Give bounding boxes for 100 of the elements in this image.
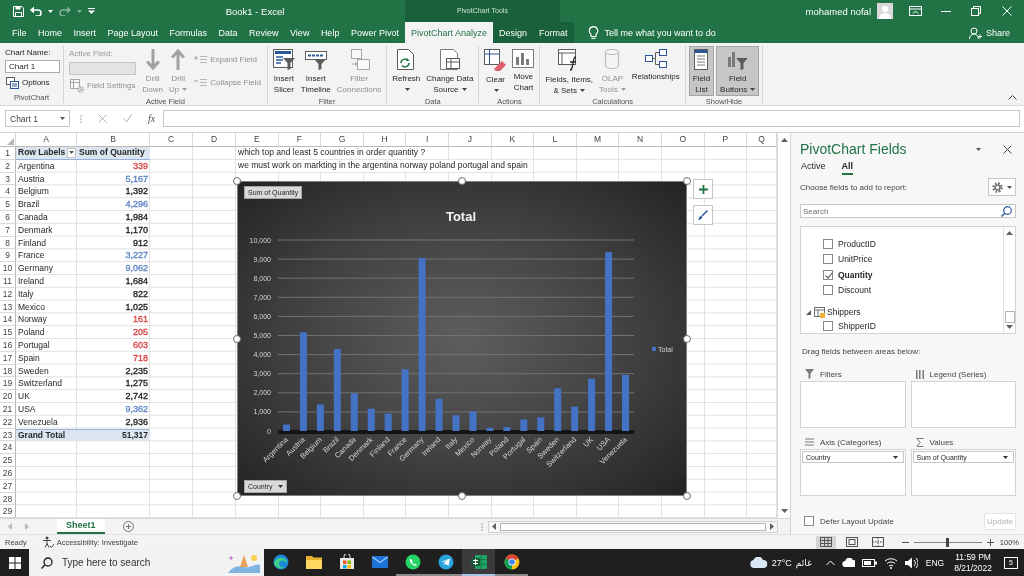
ribbon-tab[interactable]: Page Layout xyxy=(105,22,161,43)
pane-tab[interactable]: Active xyxy=(801,158,826,175)
column-header[interactable]: B xyxy=(77,133,150,147)
ribbon-tab[interactable]: View xyxy=(288,22,312,43)
language-indicator[interactable]: ENG xyxy=(925,557,945,568)
row-header[interactable]: 19 xyxy=(0,377,16,391)
defer-label[interactable]: Defer Layout Update xyxy=(820,516,894,526)
normal-view-button[interactable] xyxy=(815,535,836,549)
cloud-icon[interactable] xyxy=(841,558,855,567)
ribbon-tab[interactable]: Design xyxy=(493,22,534,43)
scroll-thumb[interactable] xyxy=(500,522,766,531)
column-header[interactable]: Q xyxy=(747,133,777,147)
checkbox[interactable] xyxy=(823,238,833,249)
expanded-triangle-icon[interactable] xyxy=(806,309,811,315)
refresh-button[interactable]: Refresh xyxy=(390,46,423,96)
vertical-scrollbar[interactable] xyxy=(777,133,790,518)
scroll-thumb[interactable] xyxy=(1004,311,1015,323)
ribbon-display-icon[interactable] xyxy=(909,6,922,16)
ribbon-tab[interactable]: Power Pivot xyxy=(348,22,401,43)
resize-handle[interactable] xyxy=(458,492,466,500)
plus-circle-icon[interactable] xyxy=(122,521,134,532)
row-header[interactable]: 4 xyxy=(0,185,16,199)
ribbon-tab[interactable]: Insert xyxy=(71,22,98,43)
ribbon-tab[interactable]: Formulas xyxy=(167,22,210,43)
column-header[interactable]: F xyxy=(278,133,322,147)
text-field[interactable]: Chart 1 xyxy=(5,60,60,73)
row-header[interactable]: 20 xyxy=(0,390,16,403)
name-box[interactable]: Chart 1 xyxy=(5,110,70,127)
column-header[interactable]: I xyxy=(406,133,449,147)
row-header[interactable]: 1 xyxy=(0,147,16,160)
cloud-icon[interactable] xyxy=(749,557,768,568)
checkbox[interactable] xyxy=(823,285,833,296)
tools-button[interactable] xyxy=(988,178,1016,196)
customize-icon[interactable] xyxy=(88,8,95,14)
resize-handle[interactable] xyxy=(233,177,241,185)
scroll-right-icon[interactable] xyxy=(770,523,774,530)
move-chart-button[interactable]: Move Chart xyxy=(510,46,537,96)
ribbon-tab[interactable]: Home xyxy=(36,22,64,43)
resize-handle[interactable] xyxy=(683,334,691,343)
field-name[interactable]: UnitPrice xyxy=(838,254,873,265)
column-header[interactable]: A xyxy=(16,133,77,147)
clear-button[interactable]: Clear xyxy=(482,46,509,96)
resize-handle[interactable] xyxy=(683,177,691,185)
weather-condition-label[interactable]: غائم xyxy=(795,557,812,568)
scroll-up-icon[interactable] xyxy=(780,138,788,142)
column-header[interactable]: G xyxy=(321,133,364,147)
ribbon-tab[interactable]: Data xyxy=(216,22,240,43)
ribbon-tab[interactable]: Format xyxy=(533,22,574,43)
temperature-label[interactable]: 27°C xyxy=(771,557,792,568)
row-header[interactable]: 24 xyxy=(0,441,16,455)
insert-function-button[interactable]: fx xyxy=(148,113,156,124)
caret-icon[interactable] xyxy=(976,147,981,151)
taskbar-search-field[interactable]: Type here to search xyxy=(29,549,264,576)
change-data-source-button[interactable]: Change Data Source xyxy=(424,46,476,96)
battery-icon[interactable] xyxy=(861,558,877,567)
share-button[interactable]: Share xyxy=(968,22,1024,43)
speaker-icon[interactable] xyxy=(904,556,918,569)
scroll-down-icon[interactable] xyxy=(1006,325,1013,329)
column-header[interactable]: C xyxy=(150,133,193,147)
field-name[interactable]: Quantity xyxy=(838,269,873,280)
row-header[interactable]: 15 xyxy=(0,326,16,339)
checkbox[interactable] xyxy=(823,320,833,331)
row-header[interactable]: 25 xyxy=(0,454,16,467)
row-header[interactable]: 9 xyxy=(0,249,16,263)
field-buttons-button[interactable]: Field Buttons xyxy=(716,46,760,96)
horizontal-scrollbar[interactable] xyxy=(488,520,778,533)
column-header[interactable]: H xyxy=(363,133,407,147)
column-header[interactable]: O xyxy=(661,133,705,147)
checkbox[interactable] xyxy=(823,254,833,265)
resize-handle[interactable] xyxy=(233,334,241,343)
ribbon-tab[interactable]: PivotChart Analyze xyxy=(405,22,494,43)
fields-items-sets-button[interactable]: Fields, Items, & Sets xyxy=(543,46,596,96)
field-name[interactable]: ShipperID xyxy=(838,320,876,331)
clock-time[interactable]: 11:59 PM xyxy=(955,551,991,563)
relationships-button[interactable]: Relationships xyxy=(629,46,682,96)
scroll-up-icon[interactable] xyxy=(1006,231,1013,235)
column-header[interactable]: P xyxy=(704,133,748,147)
row-header[interactable]: 14 xyxy=(0,313,16,327)
tell-me-field[interactable]: Tell me what you want to do xyxy=(587,22,716,43)
field-name[interactable]: Discount xyxy=(838,285,872,296)
chart-elements-button[interactable] xyxy=(693,179,713,199)
filter-dropdown-button[interactable] xyxy=(67,147,76,158)
table-name[interactable]: Shippers xyxy=(827,307,861,317)
clock-date[interactable]: 8/21/2022 xyxy=(954,562,992,574)
undo-icon[interactable] xyxy=(30,6,42,16)
chevron-up-icon[interactable] xyxy=(1008,95,1017,100)
row-header[interactable]: 29 xyxy=(0,505,16,518)
restore-icon[interactable] xyxy=(971,6,981,16)
minimize-icon[interactable] xyxy=(941,10,951,12)
scroll-left-icon[interactable] xyxy=(492,523,496,530)
pane-tab[interactable]: All xyxy=(841,158,854,175)
slider-thumb[interactable] xyxy=(946,537,950,547)
column-header[interactable]: N xyxy=(619,133,662,147)
wifi-icon[interactable] xyxy=(883,556,898,569)
column-header[interactable]: L xyxy=(534,133,577,147)
row-header[interactable]: 5 xyxy=(0,198,16,211)
column-header[interactable]: J xyxy=(448,133,492,147)
ribbon-tab[interactable]: File xyxy=(10,22,29,43)
list-scrollbar[interactable] xyxy=(1003,227,1015,333)
zoom-in-icon[interactable] xyxy=(986,538,994,546)
